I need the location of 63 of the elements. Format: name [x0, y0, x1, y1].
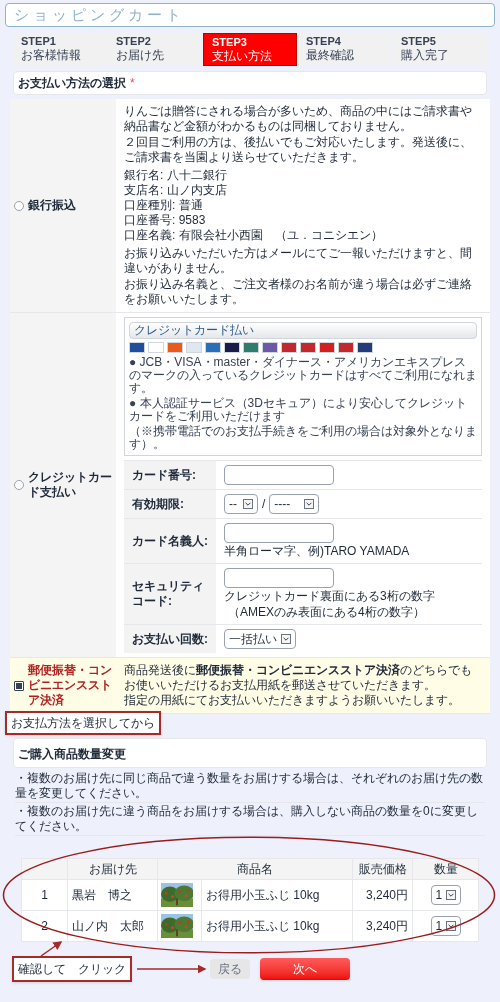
- payment-note: お振り込み名義と、ご注文者様のお名前が違う場合は必ずご連絡をお願いいたします。: [124, 277, 473, 307]
- payment-option-label: クレジットカード支払い: [28, 470, 112, 500]
- recipient-name: 山ノ内 太郎: [72, 919, 144, 933]
- field-hint: クレジットカード裏面にある3桁の数字: [224, 589, 436, 604]
- step-label: 購入完了: [401, 48, 450, 62]
- payment-option-label: 銀行振込: [28, 198, 76, 213]
- page-title: ショッピングカート: [5, 3, 495, 27]
- field-label: カード番号:: [132, 467, 196, 483]
- bank-detail: 支店名: 山ノ内支店: [124, 183, 228, 198]
- quantity-dropdown[interactable]: 1: [430, 885, 461, 905]
- section-title: お支払い方法の選択: [18, 75, 126, 92]
- fine-print: ● 本人認証サービス（3Dセキュア）により安心してクレジットカードをご利用いただけます: [129, 397, 468, 423]
- back-button[interactable]: 戻る: [210, 959, 250, 979]
- month-dropdown[interactable]: --: [224, 494, 258, 514]
- step-number: STEP3: [212, 36, 248, 49]
- payment-option-label: 郵便振替・コンビニエンスストア決済: [28, 663, 112, 708]
- step-number: STEP5: [401, 35, 437, 48]
- step-number: STEP1: [21, 35, 57, 48]
- year-dropdown[interactable]: ----: [269, 494, 320, 514]
- fine-print: ● JCB・VISA・master・ダイナース・アメリカンエキスプレスのマークの入っているクレジットカードはすべてご利用になれます。: [129, 356, 477, 395]
- field-hint: 半角ローマ字、例)TARO YAMADA: [224, 544, 411, 559]
- required-mark: *: [130, 75, 135, 92]
- column-header: 数量: [433, 862, 458, 876]
- payment-note: りんごは贈答にされる場合が多いため、商品の中にはご請求書や納品書など金額がわかるものは同梱しておりません。: [124, 104, 473, 134]
- next-button[interactable]: 次へ: [260, 958, 350, 980]
- installments-dropdown[interactable]: 一括払い: [224, 629, 296, 649]
- step-label: お届け先: [116, 48, 165, 62]
- field-label: セキュリティコード:: [132, 579, 205, 609]
- annotation-callout: お支払方法を選択してから: [5, 711, 161, 735]
- bank-detail: 口座種別: 普通: [124, 198, 204, 213]
- annotation-callout: 確認して クリック: [12, 956, 132, 982]
- step-number: STEP2: [116, 35, 152, 48]
- step-label: 最終確認: [306, 48, 355, 62]
- section-title: ご購入商品数量変更: [18, 747, 126, 761]
- price: 3,240円: [365, 919, 408, 933]
- column-header: 販売価格: [358, 862, 407, 876]
- step-label: お客様情報: [21, 48, 82, 62]
- instruction-note: ・複数のお届け先に同じ商品で違う数量をお届けする場合は、それぞれのお届け先の数量を変更してください。: [15, 770, 485, 803]
- column-header: 商品名: [237, 862, 273, 876]
- quantity-dropdown[interactable]: 1: [430, 916, 461, 936]
- fine-print: （※携帯電話でのお支払手続きをご利用の場合は対象外となります）。: [129, 425, 477, 451]
- payment-note: ２回目ご利用の方は、後払いでもご対応いたします。発送後に、ご請求書を当園より送らせていただきます。: [124, 135, 473, 165]
- payment-note: お振り込みいただいた方はメールにてご一報いただけますと、間違いがありません。: [124, 246, 473, 276]
- field-label: 有効期限:: [132, 496, 184, 512]
- bank-detail: 口座名義: 有限会社小西園 （ユ．コニシエン）: [124, 228, 384, 243]
- payment-note: 指定の用紙にてお支払いいただきますようお願いいたします。: [124, 693, 461, 708]
- field-label: お支払い回数:: [132, 631, 208, 647]
- step-label: 支払い方法: [212, 49, 273, 63]
- field-label: カード名義人:: [132, 533, 208, 549]
- row-number: 1: [41, 888, 48, 902]
- step-number: STEP4: [306, 35, 342, 48]
- price: 3,240円: [365, 888, 408, 902]
- payment-note: 商品発送後に郵便振替・コンビニエンスストア決済のどちらでもお使いいただけるお支払用紙を郵送させていただきます。: [124, 663, 473, 693]
- bank-detail: 銀行名: 八十二銀行: [124, 168, 228, 183]
- field-hint: （AMEXのみ表面にある4桁の数字）: [227, 605, 426, 620]
- recipient-name: 黒岩 博之: [72, 888, 132, 902]
- product-name: お得用小玉ふじ 10kg: [206, 888, 320, 902]
- panel-title: クレジットカード払い: [129, 322, 477, 339]
- date-separator: /: [262, 496, 266, 513]
- instruction-note: ・複数のお届け先に違う商品をお届けする場合は、購入しない商品の数量を0に変更してください。: [15, 803, 485, 836]
- product-name: お得用小玉ふじ 10kg: [206, 919, 320, 933]
- bank-detail: 口座番号: 9583: [124, 213, 207, 228]
- column-header: お届け先: [88, 862, 137, 876]
